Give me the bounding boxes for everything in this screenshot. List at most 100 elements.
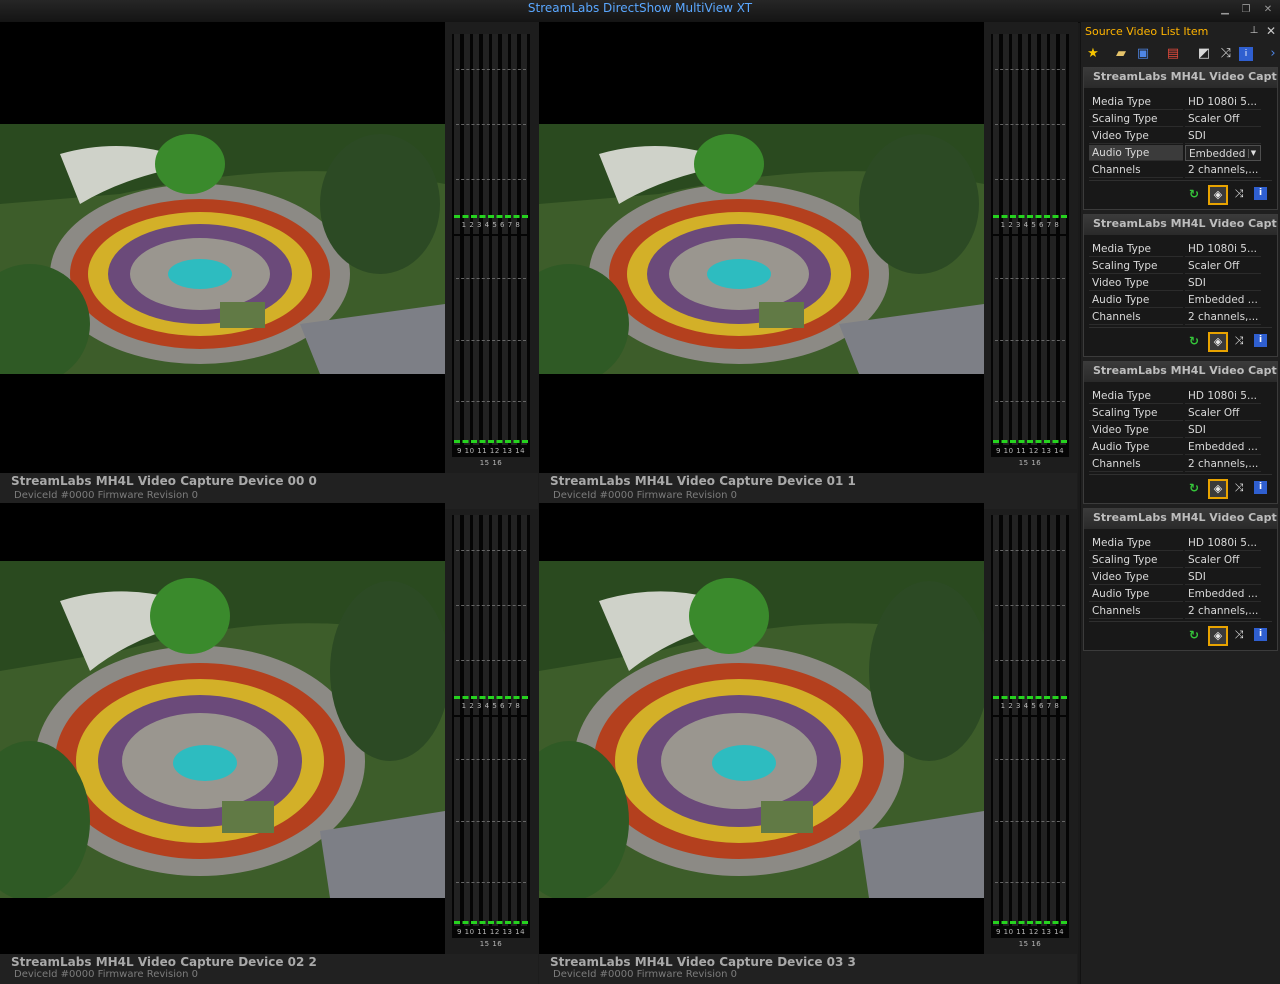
prop-value[interactable]: Embedded ... (1185, 292, 1261, 308)
video-frame-image (0, 124, 445, 374)
prop-video-type[interactable]: Video Type SDI (1089, 275, 1261, 292)
prop-video-type[interactable]: Video Type SDI (1089, 422, 1261, 439)
prop-value[interactable]: SDI (1185, 275, 1261, 291)
refresh-icon[interactable]: ↻ (1185, 479, 1203, 497)
restore-button[interactable]: ❐ (1238, 3, 1254, 17)
prop-value[interactable]: HD 1080i 5... (1185, 241, 1261, 257)
prop-audio-type[interactable]: Audio Type Embedded ▼ (1089, 145, 1261, 162)
prop-key: Media Type (1089, 241, 1183, 257)
prop-scaling-type[interactable]: Scaling Type Scaler Off (1089, 405, 1261, 422)
video-tile-3[interactable]: 1 2 3 4 5 6 7 8 9 10 11 12 13 14 15 16 S… (539, 503, 1077, 984)
prop-value[interactable]: 2 channels,... (1185, 456, 1261, 472)
prop-media-type[interactable]: Media Type HD 1080i 5... (1089, 535, 1261, 552)
close-button[interactable]: ✕ (1260, 3, 1276, 17)
audio-type-dropdown[interactable]: Embedded ▼ (1185, 145, 1261, 161)
video-viewport[interactable] (0, 503, 445, 954)
prop-value[interactable]: Embedded ... (1185, 439, 1261, 455)
open-folder-icon[interactable]: ▰ (1112, 45, 1130, 63)
card-title: StreamLabs MH4L Video Capture (1084, 362, 1277, 382)
prop-media-type[interactable]: Media Type HD 1080i 5... (1089, 94, 1261, 111)
prop-media-type[interactable]: Media Type HD 1080i 5... (1089, 241, 1261, 258)
prop-value[interactable]: Embedded ... (1185, 586, 1261, 602)
prop-channels[interactable]: Channels 2 channels,... (1089, 309, 1261, 326)
source-card-0[interactable]: StreamLabs MH4L Video Capture Media Type… (1083, 67, 1278, 210)
info-icon[interactable]: i (1254, 334, 1267, 347)
prop-value[interactable]: Scaler Off (1185, 405, 1261, 421)
prop-value[interactable]: Scaler Off (1185, 111, 1261, 127)
device-name: StreamLabs MH4L Video Capture Device 02 … (11, 955, 317, 969)
video-viewport[interactable] (0, 22, 445, 473)
device-name: StreamLabs MH4L Video Capture Device 03 … (550, 955, 856, 969)
device-info: DeviceId #0000 Firmware Revision 0 (14, 490, 199, 501)
source-card-2[interactable]: StreamLabs MH4L Video Capture Media Type… (1083, 361, 1278, 504)
prop-channels[interactable]: Channels 2 channels,... (1089, 456, 1261, 473)
prop-key: Channels (1089, 603, 1183, 619)
prop-value[interactable]: 2 channels,... (1185, 309, 1261, 325)
prop-key: Media Type (1089, 94, 1183, 110)
settings-icon[interactable]: ◩ (1195, 45, 1213, 63)
shuffle-icon[interactable]: ⤨ (1230, 185, 1248, 203)
close-icon[interactable]: ✕ (1264, 23, 1278, 39)
minimize-button[interactable]: ▁ (1217, 3, 1233, 17)
device-info: DeviceId #0000 Firmware Revision 0 (553, 969, 738, 980)
shuffle-icon[interactable]: ⤨ (1230, 626, 1248, 644)
prop-value[interactable]: Scaler Off (1185, 552, 1261, 568)
prop-value[interactable]: HD 1080i 5... (1185, 94, 1261, 110)
refresh-icon[interactable]: ↻ (1185, 332, 1203, 350)
video-tile-1[interactable]: 1 2 3 4 5 6 7 8 9 10 11 12 13 14 15 16 S… (539, 22, 1077, 509)
mode-toggle-icon[interactable]: ◈ (1208, 479, 1228, 499)
star-icon[interactable]: ★ (1084, 45, 1102, 63)
video-tile-0[interactable]: 1 2 3 4 5 6 7 8 9 10 11 12 13 14 15 16 S… (0, 22, 538, 509)
prop-value[interactable]: SDI (1185, 128, 1261, 144)
mode-toggle-icon[interactable]: ◈ (1208, 185, 1228, 205)
mode-toggle-icon[interactable]: ◈ (1208, 626, 1228, 646)
prop-scaling-type[interactable]: Scaling Type Scaler Off (1089, 111, 1261, 128)
info-icon[interactable]: i (1254, 187, 1267, 200)
prop-value[interactable]: 2 channels,... (1185, 603, 1261, 619)
panel-toolbar: ★ ▰ ▣ ▤ ◩ ⤨ i › (1081, 42, 1280, 66)
save-icon[interactable]: ▣ (1134, 45, 1152, 63)
refresh-icon[interactable]: ↻ (1185, 185, 1203, 203)
mode-toggle-icon[interactable]: ◈ (1208, 332, 1228, 352)
prop-value[interactable]: HD 1080i 5... (1185, 388, 1261, 404)
video-viewport[interactable] (539, 503, 984, 954)
info-icon[interactable]: i (1254, 628, 1267, 641)
prop-value[interactable]: HD 1080i 5... (1185, 535, 1261, 551)
refresh-icon[interactable]: ↻ (1185, 626, 1203, 644)
prop-audio-type[interactable]: Audio Type Embedded ... (1089, 586, 1261, 603)
pin-icon[interactable]: ⊥ (1247, 23, 1261, 39)
prop-scaling-type[interactable]: Scaling Type Scaler Off (1089, 552, 1261, 569)
meter-channels-top: 1 2 3 4 5 6 7 8 (1000, 221, 1060, 229)
audio-meter: 1 2 3 4 5 6 7 8 9 10 11 12 13 14 15 16 (452, 34, 530, 467)
prop-value[interactable]: SDI (1185, 569, 1261, 585)
prop-value[interactable]: 2 channels,... (1185, 162, 1261, 178)
shuffle-icon[interactable]: ⤨ (1230, 332, 1248, 350)
meter-channels-top: 1 2 3 4 5 6 7 8 (461, 221, 521, 229)
prop-video-type[interactable]: Video Type SDI (1089, 128, 1261, 145)
divider (1089, 474, 1272, 475)
chevron-down-icon[interactable]: ▼ (1248, 149, 1258, 158)
video-viewport[interactable] (539, 22, 984, 473)
info-icon[interactable]: i (1239, 47, 1253, 61)
delete-icon[interactable]: ▤ (1164, 45, 1182, 63)
source-card-1[interactable]: StreamLabs MH4L Video Capture Media Type… (1083, 214, 1278, 357)
info-icon[interactable]: i (1254, 481, 1267, 494)
video-frame-image (539, 124, 984, 374)
device-info: DeviceId #0000 Firmware Revision 0 (14, 969, 199, 980)
prop-channels[interactable]: Channels 2 channels,... (1089, 162, 1261, 179)
source-card-3[interactable]: StreamLabs MH4L Video Capture Media Type… (1083, 508, 1278, 651)
prop-key: Audio Type (1089, 145, 1183, 161)
shuffle-icon[interactable]: ⤨ (1230, 479, 1248, 497)
video-tile-2[interactable]: 1 2 3 4 5 6 7 8 9 10 11 12 13 14 15 16 S… (0, 503, 538, 984)
scroll-right-icon[interactable]: › (1264, 45, 1280, 63)
prop-key: Audio Type (1089, 292, 1183, 308)
prop-scaling-type[interactable]: Scaling Type Scaler Off (1089, 258, 1261, 275)
prop-video-type[interactable]: Video Type SDI (1089, 569, 1261, 586)
prop-value[interactable]: Scaler Off (1185, 258, 1261, 274)
prop-audio-type[interactable]: Audio Type Embedded ... (1089, 292, 1261, 309)
shuffle-icon[interactable]: ⤨ (1217, 45, 1235, 63)
prop-value[interactable]: SDI (1185, 422, 1261, 438)
prop-media-type[interactable]: Media Type HD 1080i 5... (1089, 388, 1261, 405)
prop-channels[interactable]: Channels 2 channels,... (1089, 603, 1261, 620)
prop-audio-type[interactable]: Audio Type Embedded ... (1089, 439, 1261, 456)
